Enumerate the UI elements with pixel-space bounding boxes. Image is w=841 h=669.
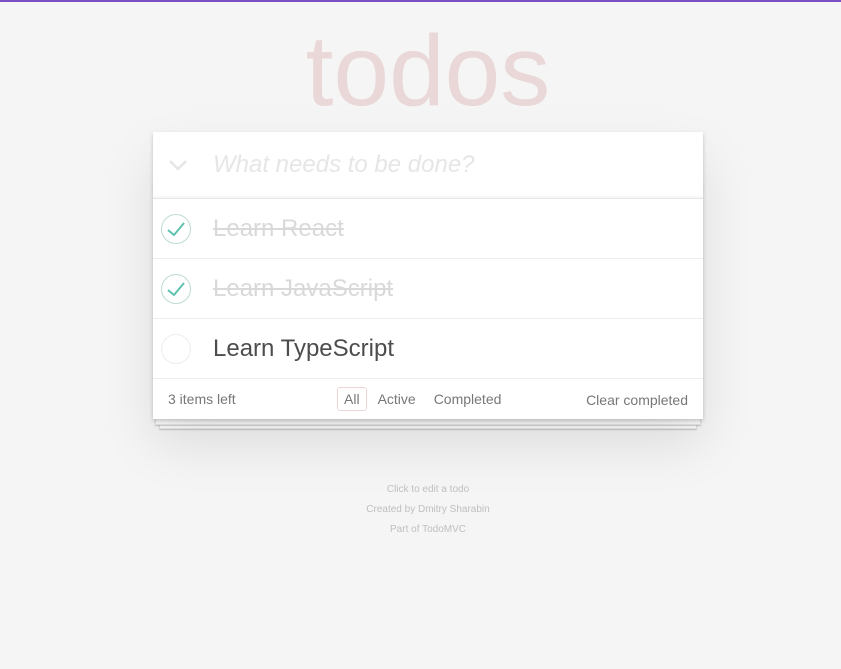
- new-todo-input[interactable]: [213, 132, 693, 198]
- info-credits: Created by Dmitry Sharabin: [0, 500, 841, 520]
- filter-active[interactable]: Active: [371, 387, 423, 411]
- app-title: todos: [305, 15, 551, 127]
- todo-item[interactable]: Learn JavaScript: [153, 259, 703, 319]
- chevron-down-icon-svg: [169, 160, 187, 171]
- check-icon: [167, 222, 185, 237]
- filter-tabs: All Active Completed: [337, 387, 508, 411]
- todo-label[interactable]: Learn TypeScript: [213, 319, 394, 378]
- todo-item[interactable]: Learn React: [153, 199, 703, 259]
- todo-label[interactable]: Learn React: [213, 199, 344, 258]
- new-todo-row: [153, 132, 703, 199]
- todo-list: Learn React Learn JavaScript Learn TypeS…: [153, 199, 703, 379]
- todo-label[interactable]: Learn JavaScript: [213, 259, 393, 318]
- author-link[interactable]: Dmitry Sharabin: [418, 504, 490, 515]
- filter-all[interactable]: All: [337, 387, 367, 411]
- todo-checkbox-unchecked[interactable]: [161, 334, 191, 364]
- chevron-down-icon[interactable]: [165, 152, 191, 178]
- info-edit-hint: Click to edit a todo: [386, 484, 470, 495]
- info-footer: Click to edit a todo Created by Dmitry S…: [0, 480, 841, 540]
- items-left-count: 3 items left: [168, 391, 236, 407]
- top-accent-bar: [0, 0, 841, 2]
- filter-completed[interactable]: Completed: [427, 387, 509, 411]
- info-credits-prefix: Created by: [366, 504, 418, 515]
- info-part-of: Part of TodoMVC: [0, 520, 841, 540]
- todo-checkbox-checked[interactable]: [161, 274, 191, 304]
- todo-item[interactable]: Learn TypeScript: [153, 319, 703, 379]
- todo-checkbox-checked[interactable]: [161, 214, 191, 244]
- check-icon: [167, 282, 185, 297]
- info-part-of-prefix: Part of: [390, 524, 423, 535]
- todomvc-link[interactable]: TodoMVC: [422, 524, 466, 535]
- clear-completed-button[interactable]: Clear completed: [586, 380, 688, 420]
- todo-app: Learn React Learn JavaScript Learn TypeS…: [153, 132, 703, 419]
- todo-footer: 3 items left All Active Completed Clear …: [153, 379, 703, 419]
